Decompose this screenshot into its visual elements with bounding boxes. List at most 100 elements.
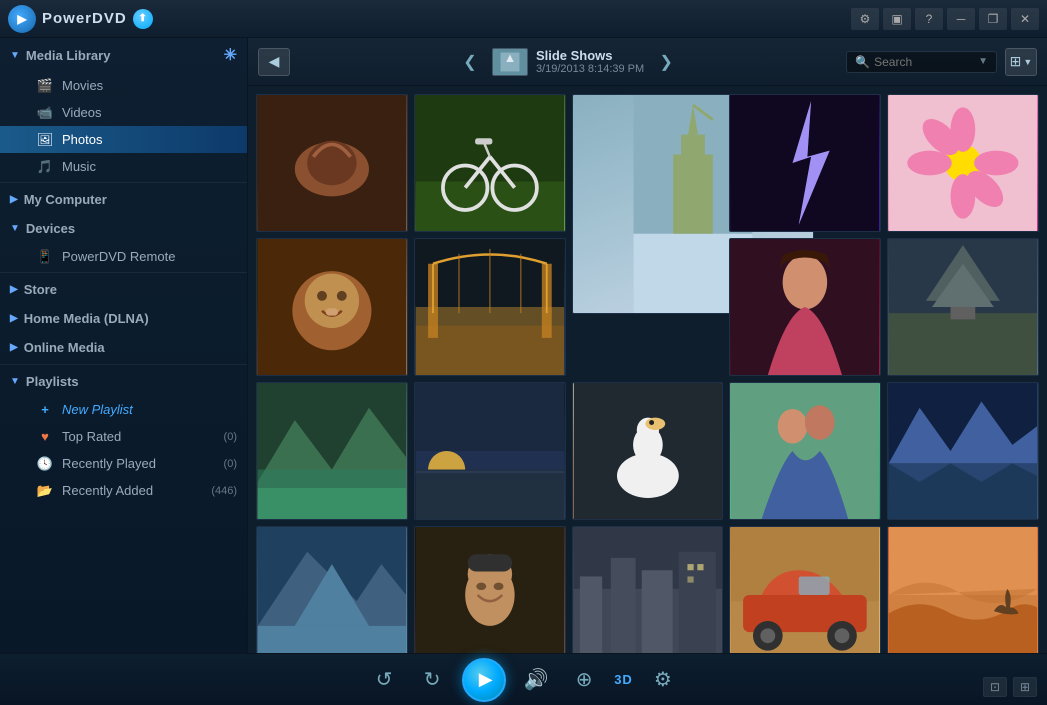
home-media-label: Home Media (DLNA) [24, 311, 149, 326]
close-button[interactable]: ✕ [1011, 8, 1039, 30]
sidebar-item-music[interactable]: 🎵 Music [0, 153, 247, 180]
update-button[interactable]: ⬆ [133, 9, 153, 29]
playlists-label: Playlists [26, 374, 79, 389]
photo-mountains-green[interactable] [256, 382, 408, 520]
sidebar-item-my-computer[interactable]: ▶ My Computer [0, 185, 247, 214]
recently-played-icon: 🕓 [36, 457, 54, 471]
photo-old-man[interactable] [414, 526, 566, 653]
play-button[interactable]: ▶ [462, 658, 506, 702]
recently-played-count: (0) [224, 458, 237, 470]
recently-added-count: (446) [211, 485, 237, 497]
chevron-down-icon-2: ▼ [10, 223, 20, 234]
movies-label: Movies [62, 78, 103, 93]
back-button[interactable]: ◀ [258, 48, 290, 76]
online-media-label: Online Media [24, 340, 105, 355]
sidebar-item-store[interactable]: ▶ Store [0, 275, 247, 304]
minimize-button[interactable]: ─ [947, 8, 975, 30]
top-rated-label: Top Rated [62, 429, 121, 444]
help-button[interactable]: ? [915, 8, 943, 30]
slideshow-title: Slide Shows [536, 48, 644, 63]
recently-added-label: Recently Added [62, 483, 153, 498]
search-dropdown-icon[interactable]: ▼ [978, 56, 988, 67]
view-mode-button[interactable]: ⊞ ▼ [1005, 48, 1037, 76]
sidebar-section-devices[interactable]: ▼ Devices [0, 214, 247, 243]
sidebar-item-movies[interactable]: 🎬 Movies [0, 72, 247, 99]
slideshow-thumbnail [492, 48, 528, 76]
photo-lake-mountains[interactable] [887, 382, 1039, 520]
sidebar-item-online-media[interactable]: ▶ Online Media [0, 333, 247, 362]
sidebar-section-playlists[interactable]: ▼ Playlists [0, 367, 247, 396]
expand-button[interactable]: ⊞ [1013, 677, 1037, 697]
content-toolbar: ◀ ❮ Slide Shows 3/19/2013 8:14:39 PM ❯ 🔍… [248, 38, 1047, 86]
pip-button[interactable]: ⊡ [983, 677, 1007, 697]
photo-woman[interactable] [729, 238, 881, 376]
restore-button[interactable]: ❐ [979, 8, 1007, 30]
monitor-button[interactable]: ▣ [883, 8, 911, 30]
grid-view-icon: ⊞ [1010, 53, 1022, 70]
sidebar-item-videos[interactable]: 📹 Videos [0, 99, 247, 126]
recently-added-icon: 📂 [36, 484, 54, 498]
heart-icon: ♥ [36, 430, 54, 444]
prev-slideshow-button[interactable]: ❮ [456, 48, 484, 76]
photo-sunset-field[interactable] [414, 382, 566, 520]
photo-grid-area [248, 86, 1047, 653]
photo-grid [256, 94, 1039, 653]
sidebar-item-photos[interactable]: 🖼 Photos [0, 126, 247, 153]
photo-lightning[interactable] [729, 94, 881, 232]
sidebar: ▼ Media Library ✳ 🎬 Movies 📹 Videos 🖼 Ph… [0, 38, 248, 653]
chevron-right-icon-2: ▶ [10, 284, 18, 295]
search-icon: 🔍 [855, 55, 870, 69]
divider-3 [0, 364, 247, 365]
settings-bottom-button[interactable]: ⚙ [645, 662, 681, 698]
sidebar-item-recently-added[interactable]: 📂 Recently Added (446) [0, 477, 247, 504]
label-3d: 3D [614, 672, 633, 687]
photo-goose[interactable] [572, 382, 724, 520]
photo-bicycle[interactable] [414, 94, 566, 232]
photos-icon: 🖼 [36, 133, 54, 147]
devices-label: Devices [26, 221, 75, 236]
sidebar-item-top-rated[interactable]: ♥ Top Rated (0) [0, 423, 247, 450]
store-label: Store [24, 282, 57, 297]
videos-label: Videos [62, 105, 102, 120]
photo-bridge[interactable] [414, 238, 566, 376]
title-bar: ▶ PowerDVD ⬆ ⚙ ▣ ? ─ ❐ ✕ [0, 0, 1047, 38]
main-layout: ▼ Media Library ✳ 🎬 Movies 📹 Videos 🖼 Ph… [0, 38, 1047, 653]
photo-snail[interactable] [256, 94, 408, 232]
music-icon: 🎵 [36, 160, 54, 174]
zoom-button[interactable]: ⊕ [566, 662, 602, 698]
settings-window-button[interactable]: ⚙ [851, 8, 879, 30]
photos-label: Photos [62, 132, 102, 147]
photo-couple[interactable] [729, 382, 881, 520]
next-slideshow-button[interactable]: ❯ [652, 48, 680, 76]
slideshow-info-area: ❮ Slide Shows 3/19/2013 8:14:39 PM ❯ [298, 48, 838, 76]
photo-trees[interactable] [887, 238, 1039, 376]
logo-icon: ▶ [8, 5, 36, 33]
fast-forward-button[interactable]: ↻ [414, 662, 450, 698]
rewind-button[interactable]: ↺ [366, 662, 402, 698]
search-input[interactable] [874, 55, 974, 69]
top-rated-count: (0) [224, 431, 237, 443]
photo-lion[interactable] [256, 238, 408, 376]
play-icon: ▶ [479, 669, 493, 690]
photo-desert-sand[interactable] [887, 526, 1039, 653]
slideshow-date: 3/19/2013 8:14:39 PM [536, 63, 644, 75]
slideshow-details: Slide Shows 3/19/2013 8:14:39 PM [536, 48, 644, 75]
volume-button[interactable]: 🔊 [518, 662, 554, 698]
sidebar-section-media-library[interactable]: ▼ Media Library ✳ [0, 38, 247, 72]
powerdvd-remote-label: PowerDVD Remote [62, 249, 175, 264]
sidebar-item-new-playlist[interactable]: + New Playlist [0, 396, 247, 423]
chevron-right-icon-4: ▶ [10, 342, 18, 353]
loading-spinner-icon: ✳ [224, 45, 237, 65]
chevron-down-icon-3: ▼ [10, 376, 20, 387]
new-playlist-label: New Playlist [62, 402, 133, 417]
photo-city[interactable] [572, 526, 724, 653]
photo-flower[interactable] [887, 94, 1039, 232]
chevron-down-icon: ▼ [10, 50, 20, 61]
sidebar-item-powerdvd-remote[interactable]: 📱 PowerDVD Remote [0, 243, 247, 270]
photo-vintage-car[interactable] [729, 526, 881, 653]
search-bar[interactable]: 🔍 ▼ [846, 51, 997, 73]
remote-icon: 📱 [36, 250, 54, 264]
photo-mountain-blue[interactable] [256, 526, 408, 653]
sidebar-item-recently-played[interactable]: 🕓 Recently Played (0) [0, 450, 247, 477]
sidebar-item-home-media[interactable]: ▶ Home Media (DLNA) [0, 304, 247, 333]
